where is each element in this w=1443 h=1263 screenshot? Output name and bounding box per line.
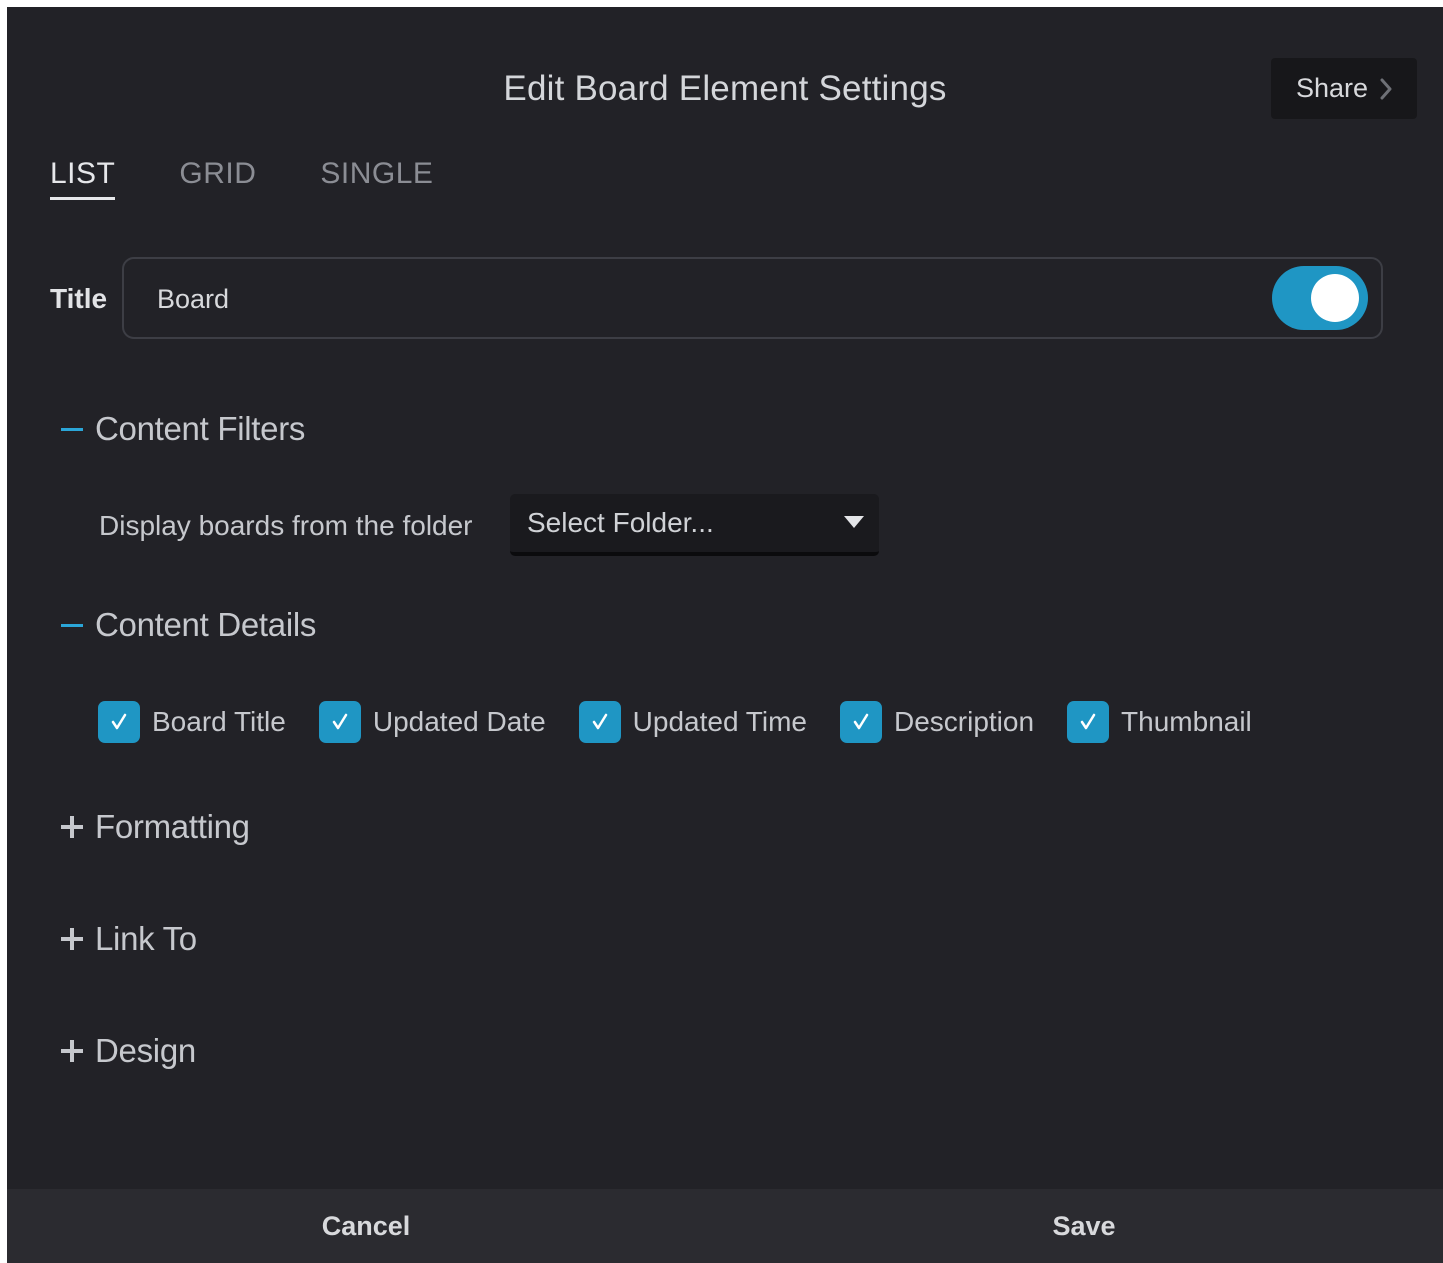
title-field-box (122, 257, 1383, 339)
title-label: Title (50, 283, 108, 314)
dialog-title: Edit Board Element Settings (503, 69, 947, 108)
section-label-link-to: Link To (95, 920, 197, 957)
cancel-button[interactable]: Cancel (7, 1189, 725, 1263)
section-header-link-to[interactable]: Link To (61, 920, 197, 958)
section-header-content-details[interactable]: Content Details (61, 606, 316, 644)
tab-grid[interactable]: GRID (179, 157, 256, 200)
folder-select-dropdown[interactable]: Select Folder... (510, 494, 879, 556)
plus-icon (61, 928, 95, 950)
content-details-checkboxes: Board Title Updated Date Updated Time De… (98, 701, 1285, 743)
view-tabs: LIST GRID SINGLE (50, 157, 497, 200)
share-label: Share (1295, 73, 1369, 103)
checkbox-label: Updated Time (632, 706, 807, 737)
section-header-design[interactable]: Design (61, 1032, 196, 1070)
dialog-footer: Cancel Save (7, 1189, 1443, 1263)
checkbox-label: Board Title (152, 706, 286, 737)
caret-down-icon (844, 515, 864, 533)
checkmark-icon (1067, 701, 1110, 743)
checkbox-board-title[interactable]: Board Title (98, 701, 286, 743)
checkbox-label: Description (893, 706, 1035, 737)
plus-icon (61, 1040, 95, 1062)
checkbox-thumbnail[interactable]: Thumbnail (1067, 701, 1252, 743)
checkmark-icon (578, 701, 621, 743)
section-label-content-details: Content Details (95, 606, 317, 643)
toggle-knob (1311, 274, 1359, 322)
section-label-design: Design (95, 1032, 196, 1069)
checkbox-label: Updated Date (372, 706, 546, 737)
minus-icon (61, 623, 95, 627)
edit-board-element-dialog: Edit Board Element Settings Share LIST G… (7, 7, 1443, 1263)
folder-select-value: Select Folder... (527, 507, 714, 538)
checkmark-icon (318, 701, 361, 743)
checkbox-updated-time[interactable]: Updated Time (578, 701, 807, 743)
checkbox-label: Thumbnail (1121, 706, 1252, 737)
section-header-content-filters[interactable]: Content Filters (61, 410, 305, 448)
minus-icon (61, 427, 95, 431)
save-button[interactable]: Save (725, 1189, 1443, 1263)
checkbox-description[interactable]: Description (839, 701, 1035, 743)
title-input[interactable] (157, 281, 1157, 317)
share-button[interactable]: Share (1271, 58, 1417, 119)
tab-single[interactable]: SINGLE (320, 157, 433, 200)
section-label-content-filters: Content Filters (95, 410, 306, 447)
checkmark-icon (98, 701, 140, 743)
section-header-formatting[interactable]: Formatting (61, 808, 250, 846)
checkbox-updated-date[interactable]: Updated Date (318, 701, 546, 743)
chevron-right-icon (1380, 78, 1392, 100)
title-visibility-toggle[interactable] (1272, 266, 1368, 330)
plus-icon (61, 816, 95, 838)
checkmark-icon (839, 701, 882, 743)
folder-filter-label: Display boards from the folder (99, 510, 473, 541)
section-label-formatting: Formatting (95, 808, 250, 845)
tab-list[interactable]: LIST (50, 157, 116, 200)
